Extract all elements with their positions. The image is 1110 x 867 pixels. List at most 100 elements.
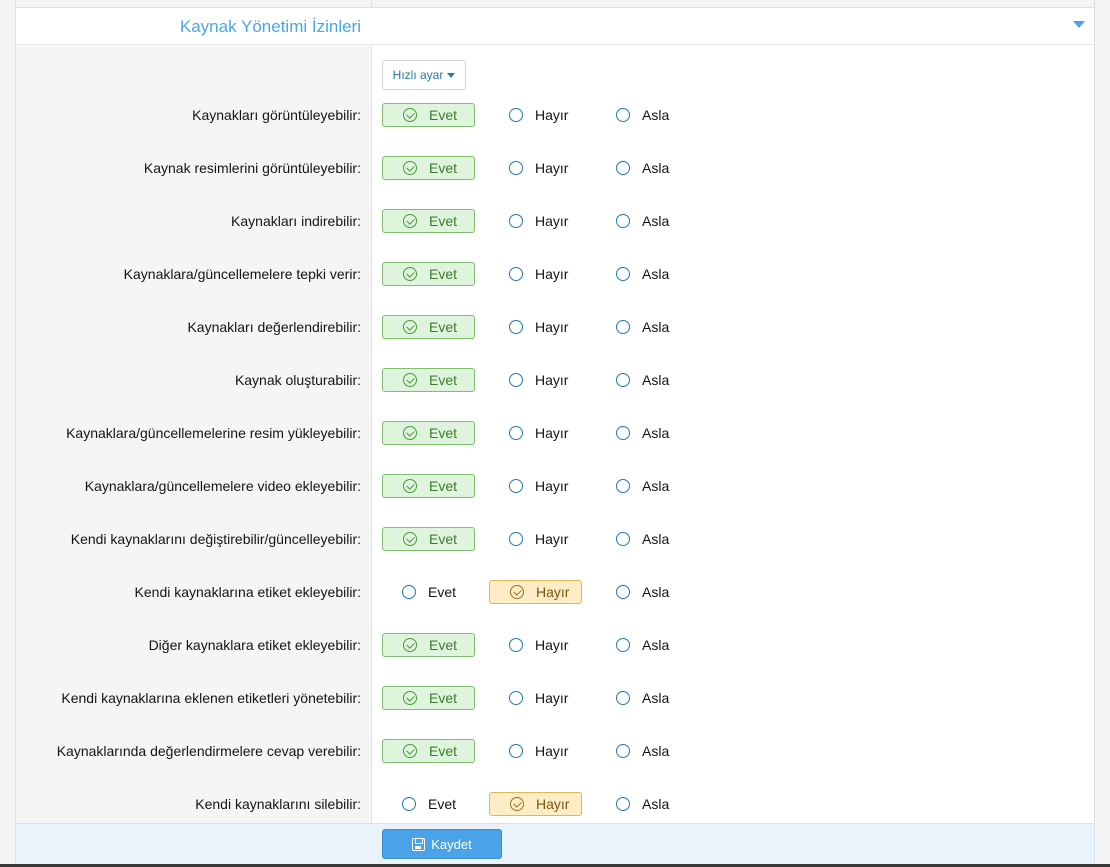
radio-icon[interactable] [509, 161, 523, 175]
radio-icon[interactable] [509, 638, 523, 652]
option-yes[interactable]: Evet [382, 209, 475, 233]
option-no[interactable]: Hayır [489, 315, 582, 339]
option-no[interactable]: Hayır [489, 739, 582, 763]
option-no[interactable]: Hayır [489, 580, 582, 604]
option-no[interactable]: Hayır [489, 209, 582, 233]
radio-checked-icon[interactable] [510, 797, 524, 811]
option-label: Asla [642, 213, 670, 229]
option-never[interactable]: Asla [596, 792, 689, 816]
radio-icon[interactable] [616, 108, 630, 122]
option-no[interactable]: Hayır [489, 262, 582, 286]
save-button[interactable]: Kaydet [382, 829, 502, 859]
option-no[interactable]: Hayır [489, 792, 582, 816]
quick-set-label: Hızlı ayar [392, 68, 444, 82]
radio-icon[interactable] [509, 267, 523, 281]
option-yes[interactable]: Evet [382, 792, 475, 816]
radio-checked-icon[interactable] [403, 532, 417, 546]
option-yes[interactable]: Evet [382, 580, 475, 604]
radio-icon[interactable] [616, 373, 630, 387]
radio-checked-icon[interactable] [403, 108, 417, 122]
option-yes[interactable]: Evet [382, 527, 475, 551]
radio-checked-icon[interactable] [403, 214, 417, 228]
option-yes[interactable]: Evet [382, 262, 475, 286]
option-never[interactable]: Asla [596, 368, 689, 392]
option-label: Asla [642, 637, 670, 653]
option-yes[interactable]: Evet [382, 686, 475, 710]
radio-checked-icon[interactable] [403, 744, 417, 758]
radio-checked-icon[interactable] [403, 638, 417, 652]
radio-checked-icon[interactable] [403, 267, 417, 281]
option-no[interactable]: Hayır [489, 474, 582, 498]
radio-icon[interactable] [616, 744, 630, 758]
option-label: Asla [642, 160, 670, 176]
option-never[interactable]: Asla [596, 686, 689, 710]
radio-icon[interactable] [616, 638, 630, 652]
radio-icon[interactable] [509, 108, 523, 122]
option-never[interactable]: Asla [596, 209, 689, 233]
option-never[interactable]: Asla [596, 156, 689, 180]
option-never[interactable]: Asla [596, 527, 689, 551]
option-never[interactable]: Asla [596, 580, 689, 604]
radio-checked-icon[interactable] [403, 320, 417, 334]
option-label: Hayır [535, 478, 569, 494]
radio-checked-icon[interactable] [403, 426, 417, 440]
radio-icon[interactable] [616, 479, 630, 493]
section-header[interactable]: Kaynak Yönetimi İzinleri [16, 8, 1094, 45]
radio-icon[interactable] [509, 691, 523, 705]
radio-icon[interactable] [616, 532, 630, 546]
option-yes[interactable]: Evet [382, 421, 475, 445]
radio-icon[interactable] [402, 797, 416, 811]
radio-icon[interactable] [509, 373, 523, 387]
option-yes[interactable]: Evet [382, 474, 475, 498]
radio-checked-icon[interactable] [403, 691, 417, 705]
radio-icon[interactable] [616, 585, 630, 599]
option-no[interactable]: Hayır [489, 633, 582, 657]
collapse-caret-icon[interactable] [1073, 21, 1085, 28]
option-label: Asla [642, 107, 670, 123]
radio-icon[interactable] [616, 214, 630, 228]
radio-icon[interactable] [509, 744, 523, 758]
option-label: Hayır [535, 531, 569, 547]
radio-checked-icon[interactable] [403, 161, 417, 175]
option-no[interactable]: Hayır [489, 527, 582, 551]
option-never[interactable]: Asla [596, 262, 689, 286]
option-never[interactable]: Asla [596, 315, 689, 339]
option-yes[interactable]: Evet [382, 739, 475, 763]
option-no[interactable]: Hayır [489, 156, 582, 180]
option-no[interactable]: Hayır [489, 686, 582, 710]
radio-icon[interactable] [509, 320, 523, 334]
option-yes[interactable]: Evet [382, 368, 475, 392]
option-label: Evet [429, 160, 458, 176]
permission-row: Kaynaklarında değerlendirmelere cevap ve… [16, 737, 1094, 767]
radio-checked-icon[interactable] [403, 479, 417, 493]
radio-icon[interactable] [616, 691, 630, 705]
option-yes[interactable]: Evet [382, 633, 475, 657]
option-never[interactable]: Asla [596, 421, 689, 445]
permission-row: Kaynakları görüntüleyebilir: Evet Hayır Asl… [16, 101, 1094, 131]
option-never[interactable]: Asla [596, 633, 689, 657]
radio-icon[interactable] [402, 585, 416, 599]
option-no[interactable]: Hayır [489, 103, 582, 127]
radio-icon[interactable] [509, 479, 523, 493]
check-icon [513, 799, 522, 808]
radio-icon[interactable] [616, 797, 630, 811]
quick-set-button[interactable]: Hızlı ayar [382, 60, 466, 90]
radio-icon[interactable] [509, 214, 523, 228]
option-yes[interactable]: Evet [382, 315, 475, 339]
radio-icon[interactable] [616, 426, 630, 440]
option-never[interactable]: Asla [596, 739, 689, 763]
option-never[interactable]: Asla [596, 474, 689, 498]
radio-checked-icon[interactable] [510, 585, 524, 599]
option-label: Evet [429, 319, 458, 335]
radio-icon[interactable] [616, 161, 630, 175]
radio-icon[interactable] [616, 320, 630, 334]
option-no[interactable]: Hayır [489, 368, 582, 392]
radio-checked-icon[interactable] [403, 373, 417, 387]
option-no[interactable]: Hayır [489, 421, 582, 445]
option-never[interactable]: Asla [596, 103, 689, 127]
option-yes[interactable]: Evet [382, 156, 475, 180]
option-yes[interactable]: Evet [382, 103, 475, 127]
radio-icon[interactable] [616, 267, 630, 281]
radio-icon[interactable] [509, 426, 523, 440]
radio-icon[interactable] [509, 532, 523, 546]
